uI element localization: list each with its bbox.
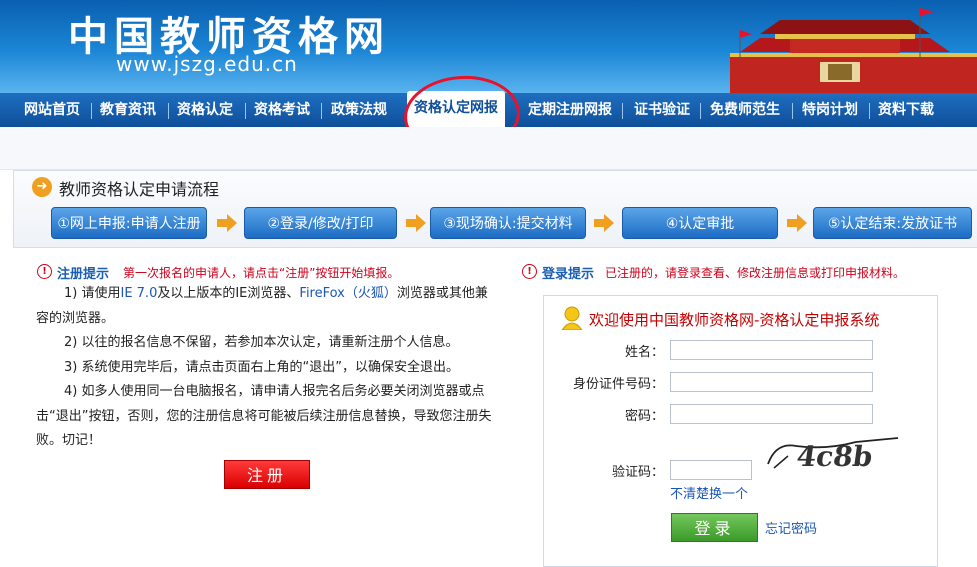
nav-certificate-verification[interactable]: 证书验证 bbox=[634, 93, 690, 127]
captcha-input[interactable] bbox=[670, 460, 752, 480]
alert-icon: ! bbox=[37, 264, 52, 279]
process-step-3[interactable]: ③现场确认:提交材料 bbox=[430, 207, 586, 239]
nav-separator bbox=[321, 103, 322, 119]
nav-free-normal-students[interactable]: 免费师范生 bbox=[710, 93, 780, 127]
process-step-4[interactable]: ④认定审批 bbox=[622, 207, 778, 239]
nav-policies[interactable]: 政策法规 bbox=[331, 93, 387, 127]
svg-text:4c8b: 4c8b bbox=[795, 440, 875, 473]
login-notice-tip: 已注册的，请登录查看、修改注册信息或打印申报材料。 bbox=[605, 266, 906, 280]
id-number-input[interactable] bbox=[670, 372, 873, 392]
ie-version-text: IE 7.0 bbox=[120, 286, 158, 301]
process-step-1[interactable]: ①网上申报:申请人注册 bbox=[51, 207, 207, 239]
nav-separator bbox=[91, 103, 92, 119]
nav-downloads[interactable]: 资料下载 bbox=[878, 93, 934, 127]
login-title: 欢迎使用中国教师资格网-资格认定申报系统 bbox=[589, 311, 880, 329]
instruction-3: 3) 系统使用完毕后，请点击页面右上角的“退出”，以确保安全退出。 bbox=[64, 359, 459, 375]
top-band bbox=[0, 127, 977, 170]
name-input[interactable] bbox=[670, 340, 873, 360]
forgot-password-link[interactable]: 忘记密码 bbox=[765, 518, 817, 537]
register-notice-title: 注册提示 bbox=[57, 267, 110, 282]
user-icon bbox=[561, 306, 583, 330]
login-panel: 欢迎使用中国教师资格网-资格认定申报系统 姓名： 身份证件号码： 密码： 验证码… bbox=[543, 295, 938, 567]
name-label: 姓名： bbox=[624, 345, 664, 360]
login-notice-title: 登录提示 bbox=[542, 267, 595, 282]
register-notice-tip: 第一次报名的申请人，请点击“注册”按钮开始填报。 bbox=[123, 266, 400, 280]
nav-separator bbox=[869, 103, 870, 119]
nav-special-post-plan[interactable]: 特岗计划 bbox=[802, 93, 858, 127]
id-number-label: 身份证件号码： bbox=[572, 377, 664, 392]
process-step-5[interactable]: ⑤认定结束:发放证书 bbox=[813, 207, 972, 239]
nav-separator bbox=[168, 103, 169, 119]
instruction-4: 4) 如多人使用同一台电脑报名，请申请人报完名后务必要关闭浏览器或点击“退出”按… bbox=[36, 384, 492, 448]
nav-education-news[interactable]: 教育资讯 bbox=[100, 93, 156, 127]
nav-periodic-registration[interactable]: 定期注册网报 bbox=[528, 93, 612, 127]
application-process-panel: ➜ 教师资格认定申请流程 ①网上申报:申请人注册 ②登录/修改/打印 ③现场确认… bbox=[13, 170, 977, 248]
register-instructions: 1) 请使用IE 7.0及以上版本的IE浏览器、FireFox（火狐）浏览器或其… bbox=[36, 282, 498, 454]
alert-icon: ! bbox=[522, 264, 537, 279]
nav-qualification-exam[interactable]: 资格考试 bbox=[254, 93, 310, 127]
site-url: www.jszg.edu.cn bbox=[116, 52, 298, 76]
instruction-2: 2) 以往的报名信息不保留，若参加本次认定，请重新注册个人信息。 bbox=[64, 335, 459, 350]
captcha-label: 验证码： bbox=[611, 465, 664, 480]
login-button[interactable]: 登录 bbox=[671, 513, 758, 542]
nav-qualification-certification[interactable]: 资格认定 bbox=[177, 93, 233, 127]
password-label: 密码： bbox=[624, 409, 664, 424]
process-step-2[interactable]: ②登录/修改/打印 bbox=[244, 207, 397, 239]
firefox-text: FireFox（火狐） bbox=[299, 286, 397, 301]
password-input[interactable] bbox=[670, 404, 873, 424]
instruction-1: 1) 请使用IE 7.0及以上版本的IE浏览器、FireFox（火狐）浏览器或其… bbox=[36, 286, 488, 326]
nav-separator bbox=[700, 103, 701, 119]
nav-home[interactable]: 网站首页 bbox=[24, 93, 80, 127]
nav-separator bbox=[245, 103, 246, 119]
arrow-right-icon: ➜ bbox=[32, 177, 52, 197]
nav-separator bbox=[792, 103, 793, 119]
process-title: 教师资格认定申请流程 bbox=[59, 180, 220, 199]
tiananmen-banner-image bbox=[730, 8, 977, 93]
refresh-captcha-link[interactable]: 不清楚换一个 bbox=[670, 483, 748, 502]
nav-separator bbox=[622, 103, 623, 119]
captcha-image[interactable]: 4c8b bbox=[766, 434, 906, 474]
register-button[interactable]: 注册 bbox=[224, 460, 310, 489]
